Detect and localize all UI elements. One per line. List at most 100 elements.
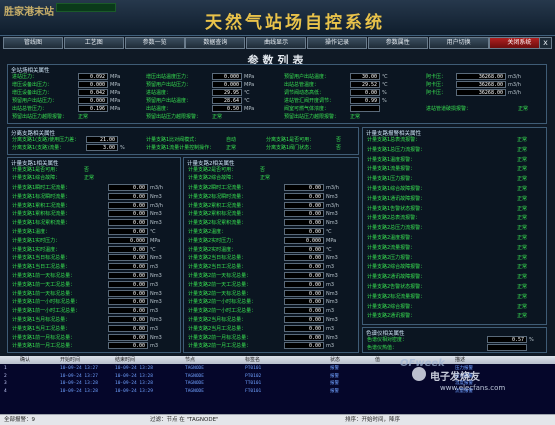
param-label: 计量支路2标况瞬时流量： — [188, 193, 247, 200]
param-label: 计量支路2综合报警： — [367, 303, 416, 310]
nav-bar: 管线图 工艺图 参数一览 数据查询 曲线显示 操作记录 参数属性 用户切换 关闭系统 — [3, 37, 552, 50]
param-status: 正常 — [517, 166, 528, 173]
param-label: 计量支路1标况瞬时流量： — [12, 193, 71, 200]
param-row: 计量支路2告警状态报警： 正常 — [367, 283, 527, 291]
param-value: 0.00 — [108, 245, 148, 253]
param-unit: m3 — [326, 325, 335, 332]
param-label: 计量支路1实时压力： — [12, 237, 61, 244]
param-value: 0.00 — [284, 272, 324, 279]
param-label: 计量支路1累积标况流量： — [12, 211, 71, 218]
param-value: 0.092 — [78, 73, 108, 80]
alarm-col-header[interactable]: 描述 — [455, 356, 465, 364]
alarm-col-header[interactable]: 状态 — [330, 356, 340, 364]
param-label: 计量支路1前一小时工况总量： — [12, 308, 81, 315]
param-label: 计量支路2是否可用： — [188, 167, 237, 173]
param-value: 0.00 — [108, 210, 148, 218]
param-value: 0.00 — [284, 280, 324, 288]
param-unit: Nm3 — [150, 290, 162, 297]
param-value: 0.000 — [284, 236, 324, 244]
param-label: 计量支路2累积工况流量： — [188, 202, 247, 209]
nav-button-1[interactable]: 工艺图 — [63, 37, 124, 49]
param-status: 正常 — [517, 293, 528, 300]
param-value: 0.00 — [108, 263, 148, 271]
param-unit: MPa — [244, 82, 255, 88]
param-row: 计量支路1总表流报警： 正常 — [367, 136, 527, 144]
param-status: 正常 — [517, 176, 528, 183]
param-label: 计量支路1前一天标况总量： — [12, 273, 76, 279]
param-unit: ℃ — [326, 229, 332, 235]
param-unit: MPa — [110, 82, 121, 88]
alarm-col-header[interactable]: 开始时间 — [60, 356, 80, 364]
param-value: 0.00 — [284, 245, 324, 253]
alarm-col-header[interactable]: 节点 — [185, 356, 195, 364]
param-status: 正常 — [517, 205, 528, 212]
param-label: 计量支路1当月标况总量： — [12, 317, 71, 323]
param-row: 计量支路2实时压力： 0.000 MPa — [188, 236, 342, 245]
param-row: 分离支路1是否可用： 否 — [266, 136, 341, 144]
alarm-col-header[interactable]: 值 — [375, 356, 380, 364]
param-label: 分离支路1(支路)使用压力差： — [12, 137, 80, 143]
param-unit: ℃ — [150, 229, 156, 235]
param-row: 预留出站压力越限报警： 正常 — [12, 113, 124, 121]
param-value: 0.00 — [284, 316, 324, 323]
nav-button-2[interactable]: 参数一览 — [124, 37, 185, 49]
meter2-panel: 计量支路2相关属性 计量支路2是否可用：否计量支路2综合故障： 正常 计量支路2瞬时… — [183, 157, 359, 353]
param-value: 0.00 — [284, 263, 324, 271]
param-value: 0.00 — [284, 184, 324, 191]
param-row: 预留用户出站压力： 0.000 MPa — [12, 97, 124, 105]
nav-button-5[interactable]: 操作记录 — [307, 37, 367, 49]
filter-label: 过滤：节点 在 "TAGNODE" — [150, 417, 219, 423]
param-row: 预留用户出站温度： 30.00 ℃ — [284, 73, 396, 81]
param-value: 0.196 — [78, 105, 108, 112]
param-unit: MPa — [244, 74, 255, 80]
nav-button-6[interactable]: 参数属性 — [367, 37, 428, 49]
param-label: 计量支路1瞬时工况流量： — [12, 185, 71, 191]
param-label: 计量支路2累积标况流量： — [188, 211, 247, 218]
alarm-count: 全部报警：9 — [4, 417, 35, 423]
param-row: 阿卡压： 36268.00 m3/h — [426, 73, 524, 81]
param-status: 正常 — [226, 145, 237, 151]
param-row: 计量支路2标况流量报警： 正常 — [367, 293, 527, 301]
param-unit: ℃ — [150, 246, 156, 253]
alarm-col-header[interactable]: 标签名 — [245, 356, 260, 364]
nav-button-4[interactable]: 曲线显示 — [246, 37, 307, 49]
param-value: 21.00 — [86, 136, 118, 143]
nav-button-7[interactable]: 用户切换 — [428, 37, 489, 49]
alarm-cell: TAGNODE — [185, 388, 204, 394]
param-unit: m3 — [326, 343, 335, 350]
param-value — [350, 105, 380, 112]
param-value: 0.57 — [487, 336, 527, 343]
param-unit: m3 — [326, 308, 335, 315]
param-row: 计量支路1前一月标况总量： 0.00 Nm3 — [12, 333, 166, 342]
param-row: 计量支路2流量报警： 正常 — [367, 244, 527, 252]
param-value: 0.00 — [108, 219, 148, 227]
alarm-col-header[interactable]: 结束时间 — [115, 356, 135, 364]
param-row: 计量支路2标况瞬时流量： 0.00 Nm3 — [188, 192, 342, 201]
param-value: 0.042 — [78, 89, 108, 96]
close-icon[interactable]: x — [539, 37, 552, 49]
param-row: 计量支路1实时压力： 0.000 MPa — [12, 236, 166, 245]
param-row: 计量支路1温度： 0.00 ℃ — [12, 228, 166, 236]
param-value: 0.00 — [284, 298, 324, 306]
nav-button-3[interactable]: 数据查询 — [185, 37, 246, 49]
param-unit: MPa — [150, 237, 161, 244]
param-row: 计量支路1综合故障： 正常 — [12, 174, 94, 182]
param-unit: m3/h — [326, 202, 339, 209]
param-row: 计量支路2当月标况总量： 0.00 Nm3 — [188, 316, 342, 324]
param-status: 正常 — [517, 195, 528, 202]
param-label: 计量支路2前一月标况总量： — [188, 334, 252, 341]
param-label: 进站管道破损报警： — [426, 106, 472, 112]
param-unit: Nm3 — [150, 255, 162, 262]
param-value: 0.00 — [108, 184, 148, 191]
param-unit: ℃ — [244, 98, 250, 104]
param-unit: % — [120, 145, 125, 151]
alarm-col-header[interactable]: 确认 — [20, 356, 30, 364]
alarm-cell: 10-09-24 13:27 — [60, 373, 98, 379]
param-label: 进站管汇阀开度调节： — [284, 98, 335, 104]
param-label: 增压设备出压力： — [12, 90, 53, 96]
param-label: 计量支路2压力报警： — [367, 254, 416, 261]
nav-button-0[interactable]: 管线图 — [3, 37, 63, 49]
alarm-row-number: 4 — [4, 388, 7, 394]
param-status: 正常 — [518, 106, 529, 112]
param-label: 预留用户出站温度： — [284, 74, 330, 80]
